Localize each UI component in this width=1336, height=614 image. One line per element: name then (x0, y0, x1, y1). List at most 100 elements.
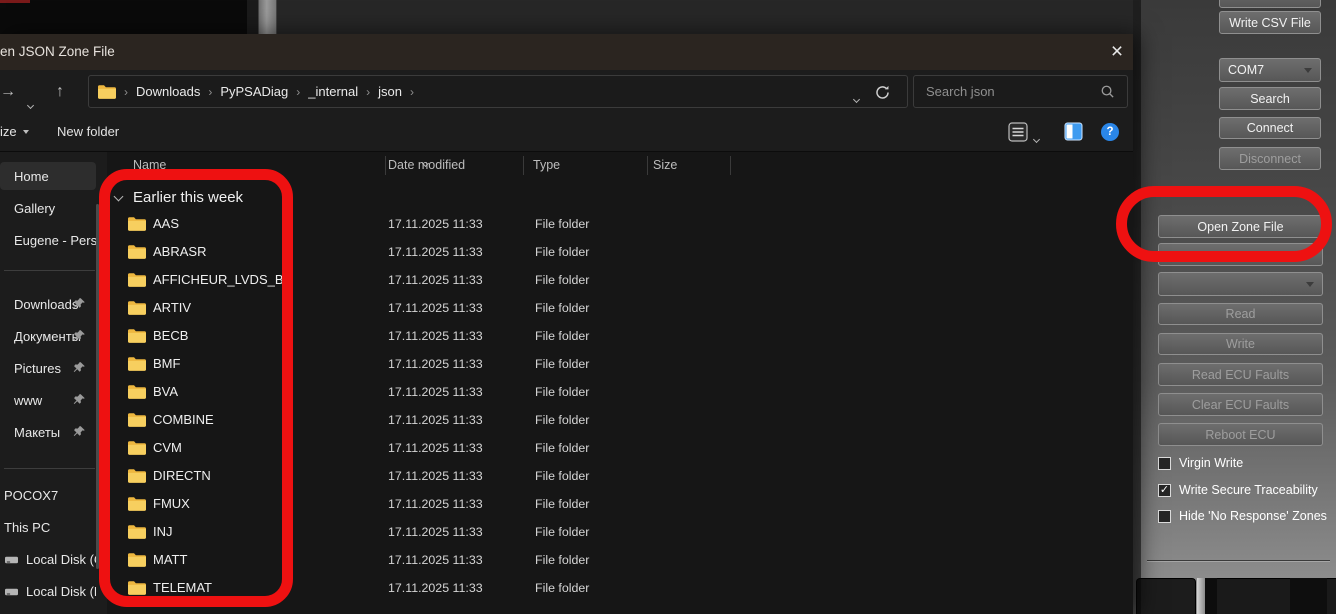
breadcrumb-item[interactable]: Downloads (136, 84, 200, 99)
chevron-down-icon (1304, 68, 1312, 73)
breadcrumb-item[interactable]: PyPSADiag (220, 84, 288, 99)
sidebar-item-onedrive[interactable]: Eugene - Persor (0, 226, 96, 254)
close-icon[interactable]: × (1104, 39, 1130, 65)
table-row[interactable]: FMUX 17.11.2025 11:33 File folder (107, 490, 1133, 518)
search-box[interactable] (913, 75, 1128, 108)
bottom-widget-left (1136, 578, 1196, 614)
pin-icon (73, 393, 86, 406)
checkbox-label: Virgin Write (1179, 456, 1243, 470)
preview-pane-icon[interactable] (1064, 122, 1083, 141)
folder-icon (128, 329, 146, 343)
write-csv-file-button[interactable]: Write CSV File (1219, 11, 1321, 34)
sidebar-item-local-disk-c[interactable]: Local Disk (C:) (0, 545, 96, 573)
background-gap (247, 0, 258, 34)
table-row[interactable]: ABRASR 17.11.2025 11:33 File folder (107, 238, 1133, 266)
virgin-write-checkbox-row[interactable]: Virgin Write (1158, 456, 1243, 470)
navigation-row: → ↑ › Downloads › PyPSADiag › (0, 75, 1133, 109)
column-header-name[interactable]: Name (133, 152, 166, 178)
write-button[interactable]: Write (1158, 333, 1323, 355)
search-button[interactable]: Search (1219, 87, 1321, 110)
sidebar-item-home[interactable]: Home (0, 162, 96, 190)
file-name: BECB (153, 328, 188, 343)
column-separator[interactable] (730, 156, 731, 175)
address-dropdown-icon[interactable] (854, 89, 859, 107)
sidebar-item-pinned[interactable]: Downloads (0, 290, 96, 318)
table-row[interactable]: BECB 17.11.2025 11:33 File folder (107, 322, 1133, 350)
table-row[interactable]: COMBINE 17.11.2025 11:33 File folder (107, 406, 1133, 434)
sidebar-item-pinned[interactable]: Pictures (0, 354, 96, 382)
zone-combobox-1[interactable] (1158, 243, 1323, 266)
file-type: File folder (535, 497, 589, 511)
file-type: File folder (535, 581, 589, 595)
checkbox-checked[interactable]: ✓ (1158, 484, 1171, 497)
dialog-sidebar: Home Gallery Eugene - Persor Downloads Д… (0, 152, 107, 614)
sidebar-item-pocox7[interactable]: POCOX7 (0, 481, 96, 509)
help-icon[interactable]: ? (1101, 123, 1119, 141)
table-row[interactable]: AAS 17.11.2025 11:33 File folder (107, 210, 1133, 238)
read-ecu-faults-button[interactable]: Read ECU Faults (1158, 363, 1323, 386)
dialog-titlebar[interactable]: en JSON Zone File × (0, 34, 1133, 70)
sidebar-item-pinned[interactable]: www (0, 386, 96, 414)
table-row[interactable]: ARTIV 17.11.2025 11:33 File folder (107, 294, 1133, 322)
folder-icon (128, 581, 146, 595)
column-separator[interactable] (385, 156, 386, 175)
sidebar-item-this-pc[interactable]: This PC (0, 513, 96, 541)
sidebar-scrollbar[interactable] (96, 204, 99, 569)
new-folder-button[interactable]: New folder (57, 124, 119, 139)
table-row[interactable]: BMF 17.11.2025 11:33 File folder (107, 350, 1133, 378)
checkbox-unchecked[interactable] (1158, 510, 1171, 523)
checkbox-unchecked[interactable] (1158, 457, 1171, 470)
search-input[interactable] (914, 76, 1092, 107)
chevron-down-icon (114, 191, 124, 201)
file-name: ARTIV (153, 300, 191, 315)
up-icon[interactable]: ↑ (56, 75, 64, 109)
zone-combobox-2[interactable] (1158, 272, 1323, 296)
view-dropdown-icon[interactable] (1034, 129, 1039, 147)
file-type: File folder (535, 357, 589, 371)
sidebar-item-local-disk-d[interactable]: Local Disk (D:) (0, 577, 96, 605)
sidebar-item-gallery[interactable]: Gallery (0, 194, 96, 222)
hide-no-response-zones-checkbox-row[interactable]: Hide 'No Response' Zones (1158, 509, 1327, 523)
date-modified: 17.11.2025 11:33 (388, 413, 483, 427)
file-type: File folder (535, 385, 589, 399)
breadcrumb-item[interactable]: json (378, 84, 402, 99)
clear-ecu-faults-button[interactable]: Clear ECU Faults (1158, 393, 1323, 416)
date-modified: 17.11.2025 11:33 (388, 245, 483, 259)
sidebar-item-pinned[interactable]: Документы (0, 322, 96, 350)
table-row[interactable]: TELEMAT 17.11.2025 11:33 File folder (107, 574, 1133, 602)
table-row[interactable]: AFFICHEUR_LVDS_BD 17.11.2025 11:33 File … (107, 266, 1133, 294)
check-icon: ✓ (1160, 485, 1169, 496)
breadcrumb-item[interactable]: _internal (308, 84, 358, 99)
sidebar-divider (4, 270, 95, 271)
recent-locations-icon[interactable] (28, 88, 33, 122)
table-row[interactable]: CVM 17.11.2025 11:33 File folder (107, 434, 1133, 462)
write-secure-traceability-checkbox-row[interactable]: ✓ Write Secure Traceability (1158, 483, 1318, 497)
disconnect-button[interactable]: Disconnect (1219, 147, 1321, 170)
table-row[interactable]: MATT 17.11.2025 11:33 File folder (107, 546, 1133, 574)
partial-button[interactable] (1219, 0, 1321, 8)
reboot-ecu-button[interactable]: Reboot ECU (1158, 423, 1323, 446)
background-scrollbar[interactable] (258, 0, 277, 34)
read-button[interactable]: Read (1158, 303, 1323, 325)
organize-button[interactable]: ize (0, 124, 29, 139)
pin-icon (73, 329, 86, 342)
com-port-combobox[interactable]: COM7 (1219, 58, 1321, 82)
sidebar-item-pinned[interactable]: Макеты (0, 418, 96, 446)
sidebar-divider (4, 468, 95, 469)
view-mode-icon[interactable] (1008, 122, 1028, 142)
column-header-type[interactable]: Type (533, 152, 560, 178)
breadcrumb[interactable]: › Downloads › PyPSADiag › _internal › js… (88, 75, 908, 108)
table-row[interactable]: BVA 17.11.2025 11:33 File folder (107, 378, 1133, 406)
file-type: File folder (535, 469, 589, 483)
group-header[interactable]: Earlier this week (107, 186, 243, 208)
bottom-scrollbar[interactable] (1197, 578, 1205, 614)
column-separator[interactable] (647, 156, 648, 175)
refresh-icon[interactable] (874, 84, 891, 101)
column-separator[interactable] (523, 156, 524, 175)
forward-icon[interactable]: → (0, 75, 16, 109)
column-header-size[interactable]: Size (653, 152, 677, 178)
open-zone-file-button[interactable]: Open Zone File (1158, 215, 1323, 238)
table-row[interactable]: DIRECTN 17.11.2025 11:33 File folder (107, 462, 1133, 490)
connect-button[interactable]: Connect (1219, 117, 1321, 139)
table-row[interactable]: INJ 17.11.2025 11:33 File folder (107, 518, 1133, 546)
